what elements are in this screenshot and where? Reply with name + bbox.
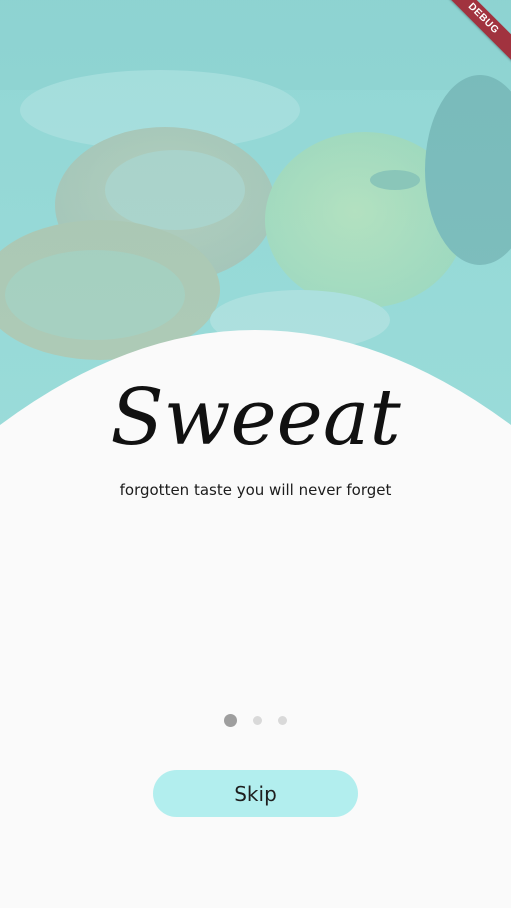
app-tagline: forgotten taste you will never forget (119, 481, 392, 499)
page-dot-2[interactable] (253, 715, 262, 725)
page-indicator (0, 712, 511, 728)
app-title: Sweeat (110, 373, 401, 463)
skip-button[interactable]: Skip (153, 770, 358, 817)
page-dot-3[interactable] (278, 715, 287, 725)
page-dot-1[interactable] (224, 713, 237, 727)
